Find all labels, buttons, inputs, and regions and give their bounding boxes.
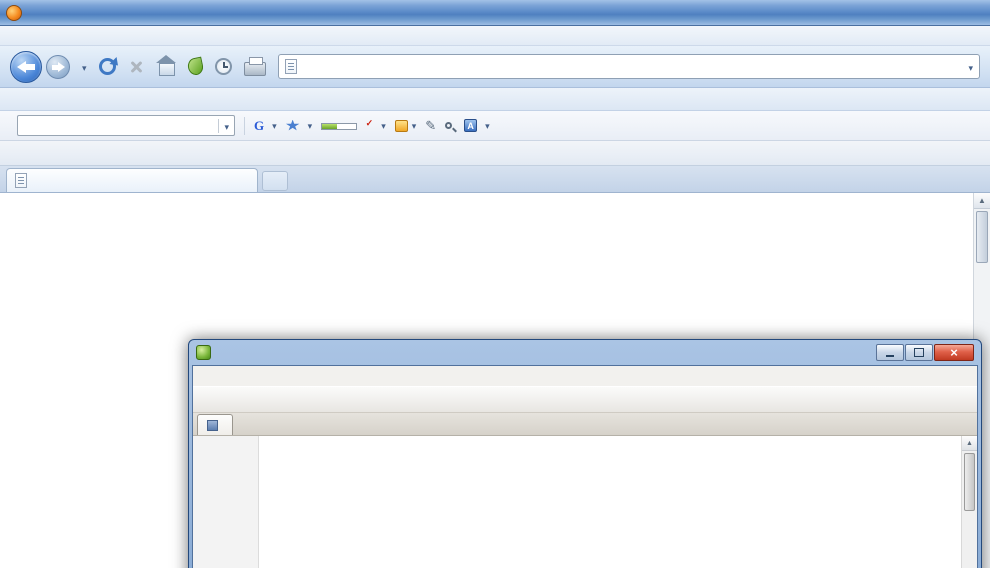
scroll-up-icon[interactable]: ▲ (974, 193, 990, 209)
back-button[interactable] (10, 51, 42, 83)
reload-icon[interactable] (99, 58, 116, 75)
webdeveloper-toolbar (0, 141, 990, 166)
close-button[interactable] (934, 344, 974, 361)
tab-favicon (15, 173, 27, 188)
notepadpp-window: ▲ (188, 339, 982, 568)
notepadpp-tabbar (193, 413, 977, 436)
history-dropdown-icon[interactable] (82, 58, 87, 76)
home-icon[interactable] (156, 61, 176, 77)
minimize-button[interactable] (876, 344, 904, 361)
google-g-icon: G (254, 118, 264, 134)
firefox-tabbar (0, 166, 990, 193)
google-search-dropdown-icon[interactable] (218, 119, 229, 133)
editor-area: ▲ (193, 436, 977, 568)
url-dropdown-icon[interactable] (968, 60, 973, 74)
url-bar[interactable] (278, 54, 980, 79)
pagerank-bar (321, 123, 357, 130)
dropdown-icon (412, 120, 417, 132)
separator (244, 117, 245, 135)
notepadpp-toolbar (193, 386, 977, 413)
google-bookmarks-button[interactable] (286, 120, 313, 132)
pagerank-widget[interactable] (321, 122, 357, 130)
window-controls (876, 344, 974, 361)
translate-icon (464, 119, 477, 132)
notepadpp-menubar (193, 366, 977, 386)
background-window-ghost-text (0, 0, 990, 26)
translate-button[interactable] (464, 119, 490, 132)
google-search-button[interactable]: G (254, 118, 277, 134)
print-icon[interactable] (244, 62, 266, 76)
dropdown-icon (308, 120, 313, 132)
dropdown-icon (272, 120, 277, 132)
active-tab[interactable] (6, 168, 258, 192)
firefox-nav-toolbar (0, 46, 990, 88)
dropdown-icon (381, 120, 386, 132)
maximize-button[interactable] (905, 344, 933, 361)
scroll-up-icon[interactable]: ▲ (962, 436, 977, 451)
spellcheck-button[interactable] (366, 120, 386, 132)
result-count[interactable] (445, 122, 455, 129)
forward-button[interactable] (46, 55, 70, 79)
autofill-icon (395, 120, 408, 132)
firefox-titlebar[interactable] (0, 0, 990, 26)
bookmarks-toolbar (0, 88, 990, 111)
history-clock-icon[interactable] (215, 58, 232, 75)
notepadpp-titlebar[interactable] (192, 340, 978, 365)
magnifier-icon (445, 122, 452, 129)
scrollbar-thumb[interactable] (976, 211, 988, 263)
text-editor[interactable] (259, 436, 961, 568)
saved-file-icon (207, 420, 218, 431)
google-toolbar: G (0, 111, 990, 141)
screen: G (0, 0, 990, 568)
autofill-button[interactable] (395, 120, 417, 132)
google-search-box[interactable] (17, 115, 235, 136)
edit-icon[interactable] (425, 117, 436, 135)
notepadpp-body: ▲ (192, 365, 978, 568)
feed-icon[interactable] (186, 57, 204, 77)
firefox-menubar (0, 26, 990, 46)
scrollbar-thumb[interactable] (964, 453, 975, 511)
stop-icon[interactable] (128, 59, 144, 75)
editor-scrollbar[interactable]: ▲ (961, 436, 977, 568)
line-number-gutter (193, 436, 259, 568)
star-icon (286, 120, 300, 132)
new-tab-button[interactable] (262, 171, 288, 191)
notepadpp-app-icon (196, 345, 211, 360)
document-tab[interactable] (197, 414, 233, 435)
dropdown-icon (485, 120, 490, 132)
page-favicon (285, 59, 297, 74)
